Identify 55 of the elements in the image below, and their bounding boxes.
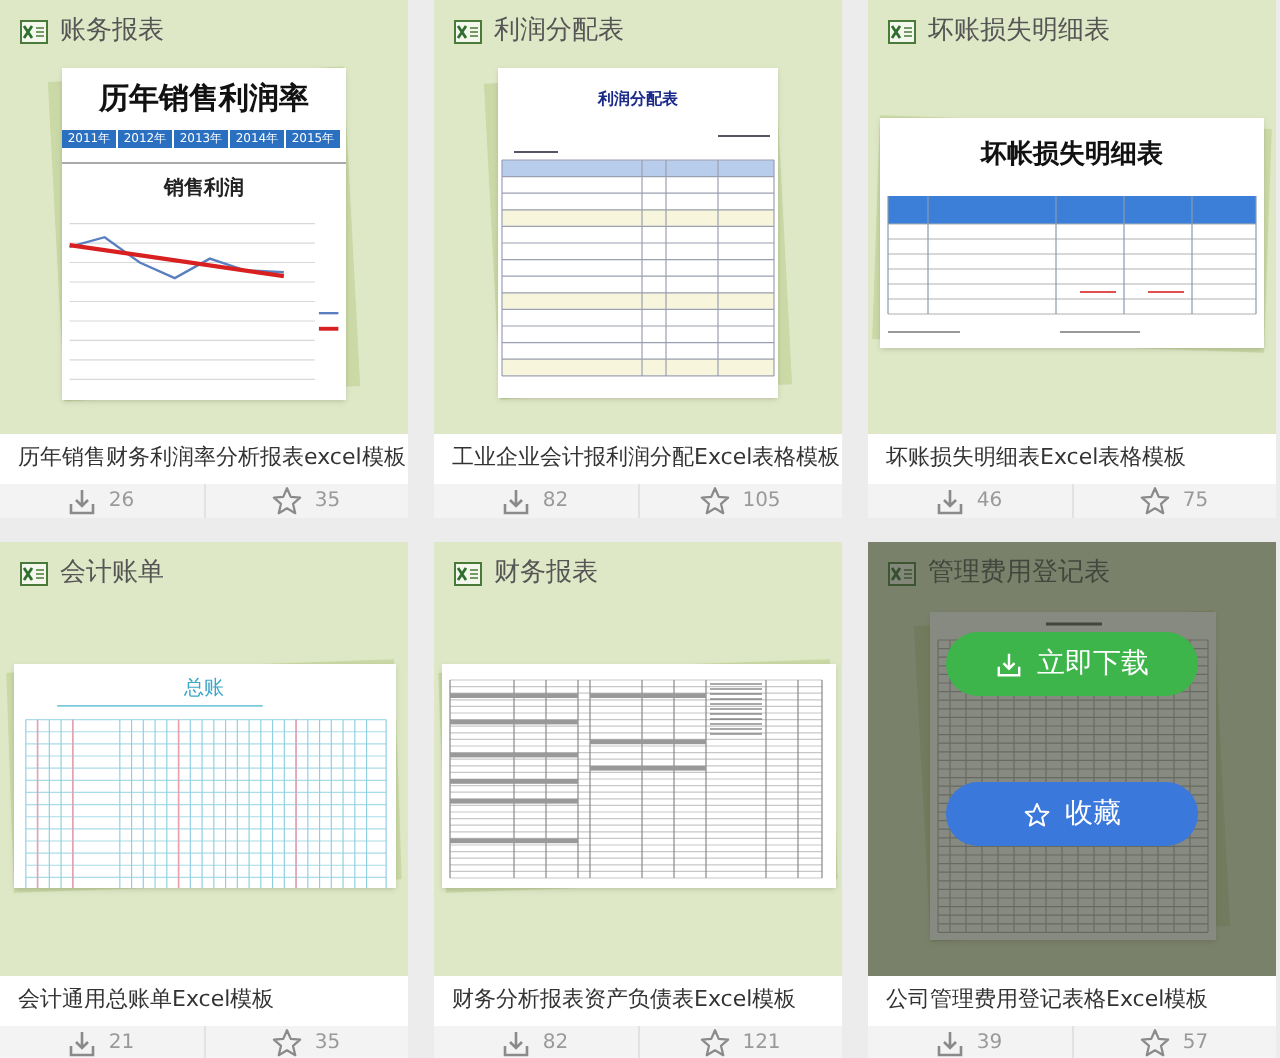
template-card[interactable]: 会计账单 总账 会计通用总账单Excel模板 21 35: [0, 542, 408, 1058]
download-icon: [936, 487, 965, 515]
template-title[interactable]: 财务分析报表资产负债表Excel模板: [452, 984, 797, 1018]
template-card[interactable]: 管理费用登记表 立即下载 收藏 公司管理费用登记表格Excel模板 39 57: [868, 542, 1276, 1058]
star-icon: [700, 486, 731, 516]
spreadsheet-file-icon: [454, 19, 482, 43]
template-card[interactable]: 利润分配表 利润分配表 工业企业会计报利润分配Excel表格模板 82 105: [434, 0, 842, 518]
template-title[interactable]: 公司管理费用登记表格Excel模板: [886, 984, 1209, 1018]
category-label: 会计账单: [60, 560, 164, 586]
download-count: 82: [542, 488, 569, 516]
star-icon: [700, 1028, 731, 1058]
star-icon: [272, 1028, 303, 1058]
download-icon: [936, 1029, 965, 1057]
category-label: 利润分配表: [494, 18, 624, 44]
download-count: 46: [976, 488, 1003, 516]
favorite-count: 75: [1182, 488, 1209, 516]
download-icon: [68, 487, 97, 515]
favorite-count: 105: [742, 488, 781, 516]
thumbnail-title: 总账: [184, 679, 224, 699]
thumbnail-title: 坏帐损失明细表: [981, 142, 1163, 168]
spreadsheet-file-icon: [20, 561, 48, 585]
download-count: 26: [108, 488, 135, 516]
spreadsheet-file-icon: [454, 561, 482, 585]
download-count: 21: [108, 1030, 135, 1058]
star-icon: [1140, 486, 1171, 516]
favorite-count: 35: [314, 488, 341, 516]
star-icon: [1140, 1028, 1171, 1058]
template-card[interactable]: 坏账损失明细表 坏帐损失明细表 坏账损失明细表Excel表格模板 46 75: [868, 0, 1276, 518]
download-icon: [502, 487, 531, 515]
star-icon: [1023, 801, 1049, 827]
category-label: 管理费用登记表: [928, 560, 1110, 586]
thumbnail-title: 历年销售利润率: [99, 83, 309, 113]
template-title[interactable]: 历年销售财务利润率分析报表excel模板: [18, 442, 406, 476]
template-card[interactable]: 财务报表 财务分析报表资产负债表Excel模板 82 121: [434, 542, 842, 1058]
download-count: 39: [976, 1030, 1003, 1058]
template-title[interactable]: 会计通用总账单Excel模板: [18, 984, 275, 1018]
spreadsheet-file-icon: [20, 19, 48, 43]
download-icon: [995, 651, 1021, 677]
spreadsheet-file-icon: [888, 561, 916, 585]
download-icon: [502, 1029, 531, 1057]
favorite-count: 121: [742, 1030, 781, 1058]
template-title[interactable]: 坏账损失明细表Excel表格模板: [886, 442, 1187, 476]
thumbnail-title: 利润分配表: [598, 92, 678, 108]
category-label: 账务报表: [60, 18, 164, 44]
chart-title: 销售利润: [164, 180, 244, 201]
spreadsheet-file-icon: [888, 19, 916, 43]
download-count: 82: [542, 1030, 569, 1058]
category-label: 坏账损失明细表: [928, 18, 1110, 44]
favorite-count: 57: [1182, 1030, 1209, 1058]
favorite-button[interactable]: 收藏: [946, 782, 1198, 846]
star-icon: [272, 486, 303, 516]
template-title[interactable]: 工业企业会计报利润分配Excel表格模板: [452, 442, 841, 476]
favorite-count: 35: [314, 1030, 341, 1058]
category-label: 财务报表: [494, 560, 598, 586]
download-icon: [68, 1029, 97, 1057]
